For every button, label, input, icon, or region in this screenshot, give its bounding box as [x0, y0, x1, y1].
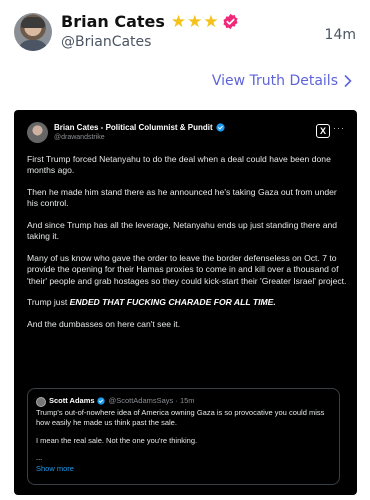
quote-paragraph: I mean the real sale. Not the one you're…: [36, 436, 198, 445]
x-logo-icon: X: [316, 124, 330, 138]
avatar-shirt: [18, 40, 48, 51]
verified-badge-icon: [223, 13, 238, 29]
quote-meta: @ScottAdamsSays · 15m: [108, 396, 195, 405]
view-truth-details-label: View Truth Details: [211, 73, 338, 89]
tweet-body: First Trump forced Netanyahu to do the d…: [27, 154, 347, 341]
avatar-hat: [21, 17, 45, 28]
tweet-paragraph: And since Trump has all the leverage, Ne…: [27, 220, 338, 242]
quote-paragraph: Trump's out-of-nowhere idea of America o…: [36, 408, 325, 427]
tweet-verified-icon: [216, 123, 225, 132]
show-more-link: Show more: [36, 464, 74, 473]
more-options-icon: ···: [333, 123, 345, 133]
quote-author-row: Scott Adams @ScottAdamsSays · 15m: [49, 396, 195, 405]
embedded-tweet-image[interactable]: Brian Cates - Political Columnist & Pund…: [14, 110, 357, 495]
tweet-paragraph: First Trump forced Netanyahu to do the d…: [27, 154, 331, 176]
author-handle[interactable]: @BrianCates: [61, 34, 151, 50]
emphasis-text: ENDED THAT FUCKING CHARADE FOR ALL TIME.: [69, 297, 276, 308]
star-icon: ★: [203, 11, 219, 31]
tweet-author-row: Brian Cates - Political Columnist & Pund…: [54, 123, 225, 132]
quote-avatar: [36, 397, 46, 407]
avatar[interactable]: [14, 13, 52, 51]
tweet-paragraph: And the dumbasses on here can't see it.: [27, 319, 181, 329]
tweet-author-handle: @drawandstrike: [54, 134, 105, 141]
tweet-paragraph-emphasis: Trump just ENDED THAT FUCKING CHARADE FO…: [27, 297, 347, 308]
star-icon: ★: [170, 11, 187, 31]
author-name[interactable]: Brian Cates: [61, 12, 165, 31]
quoted-tweet: Scott Adams @ScottAdamsSays · 15m Trump'…: [27, 388, 340, 485]
star-icon: ★: [187, 11, 203, 31]
rating-stars: ★ ★ ★: [171, 13, 219, 30]
tweet-paragraph: Many of us know who gave the order to le…: [27, 253, 347, 286]
quote-text: Trump's out-of-nowhere idea of America o…: [36, 408, 334, 454]
view-truth-details-link[interactable]: View Truth Details: [212, 73, 352, 89]
post-timestamp: 14m: [324, 27, 356, 43]
quote-verified-icon: [96, 396, 105, 405]
tweet-paragraph: Then he made him stand there as he annou…: [27, 187, 337, 209]
quote-author-name: Scott Adams: [49, 396, 95, 405]
emphasis-prefix: Trump just: [27, 297, 70, 308]
name-row: Brian Cates ★ ★ ★: [61, 10, 239, 32]
post-header: Brian Cates ★ ★ ★ @BrianCates 14m: [0, 0, 370, 62]
chevron-right-icon: [344, 75, 352, 87]
tweet-author-name: Brian Cates - Political Columnist & Pund…: [54, 123, 213, 132]
quote-ellipsis: ...: [36, 453, 43, 462]
tweet-avatar: [27, 122, 48, 143]
